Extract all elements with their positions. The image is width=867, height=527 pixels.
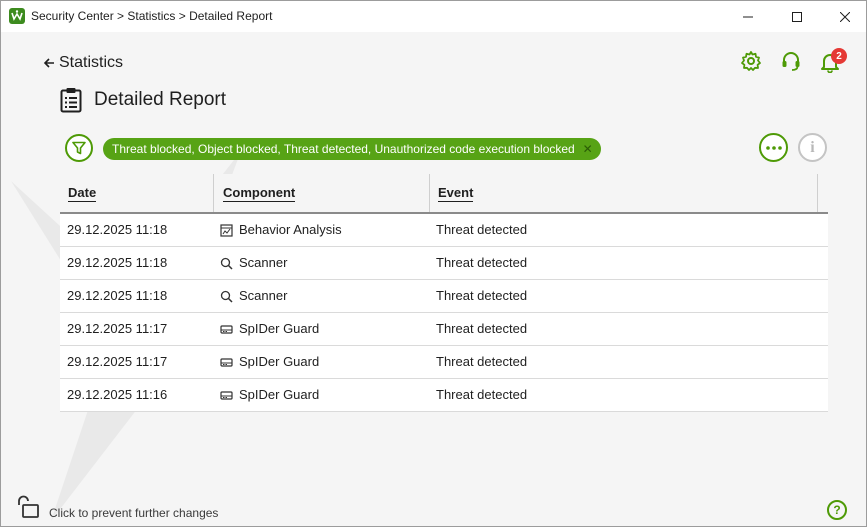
component-label: SpIDer Guard [239,387,320,402]
column-header-event[interactable]: Event [438,174,474,212]
cell-event: Threat detected [436,354,528,369]
close-icon [840,11,850,22]
maximize-button[interactable] [776,1,818,32]
close-icon[interactable]: ✕ [583,138,593,160]
table-row[interactable]: 29.12.2025 11:17 SpIDer Guard Threat det… [60,346,828,379]
page-title: Detailed Report [94,89,227,110]
help-icon: ? [833,503,841,517]
more-options-button[interactable] [759,133,788,162]
back-link[interactable]: Statistics [43,54,123,72]
component-label: SpIDer Guard [239,321,320,336]
behavior-analysis-icon [220,223,233,237]
table-row[interactable]: 29.12.2025 11:17 SpIDer Guard Threat det… [60,313,828,346]
column-divider[interactable] [213,174,214,212]
component-label: SpIDer Guard [239,354,320,369]
title-bar: Security Center > Statistics > Detailed … [1,1,866,32]
app-window: Security Center > Statistics > Detailed … [0,0,867,527]
cell-event: Threat detected [436,222,528,237]
info-button[interactable]: i [798,133,827,162]
component-label: Behavior Analysis [239,222,342,237]
more-dots-icon [765,145,782,150]
notification-badge: 2 [831,48,847,64]
cell-date: 29.12.2025 11:18 [67,255,168,270]
cell-date: 29.12.2025 11:18 [67,222,168,237]
cell-event: Threat detected [436,288,528,303]
cell-date: 29.12.2025 11:16 [67,387,168,402]
cell-event: Threat detected [436,387,528,402]
filter-chip[interactable]: Threat blocked, Object blocked, Threat d… [103,138,601,160]
drive-icon [220,324,233,334]
close-button[interactable] [824,1,866,32]
filter-chip-label: Threat blocked, Object blocked, Threat d… [112,142,575,156]
arrow-left-icon [43,58,54,68]
cell-component: Scanner [220,280,287,312]
cell-component: Scanner [220,247,287,279]
cell-date: 29.12.2025 11:17 [67,354,168,369]
minimize-icon [743,16,753,17]
info-icon: i [810,138,815,156]
settings-button[interactable] [738,48,764,74]
cell-component: SpIDer Guard [220,379,319,411]
drive-icon [220,390,233,400]
back-link-label: Statistics [59,54,124,71]
table-row[interactable]: 29.12.2025 11:18 Scanner Threat detected [60,280,828,313]
filter-button[interactable] [65,134,93,162]
cell-component: SpIDer Guard [220,346,319,378]
cell-component: Behavior Analysis [220,214,342,246]
table-row[interactable]: 29.12.2025 11:16 SpIDer Guard Threat det… [60,379,828,412]
report-table: Date Component Event 29.12.2025 11:18 Be… [60,174,828,412]
cell-component: SpIDer Guard [220,313,319,345]
help-button[interactable]: ? [827,500,847,520]
app-logo-icon [9,8,25,24]
lock-settings-link[interactable]: Click to prevent further changes [49,506,218,520]
column-header-component[interactable]: Component [223,174,296,212]
search-icon [220,290,233,303]
maximize-icon [792,11,802,22]
table-row[interactable]: 29.12.2025 11:18 Scanner Threat detected [60,247,828,280]
column-divider[interactable] [817,174,818,212]
headset-icon [782,52,800,71]
page-header: Detailed Report [60,87,226,113]
search-icon [220,257,233,270]
cell-date: 29.12.2025 11:18 [67,288,168,303]
support-button[interactable] [778,48,804,74]
table-row[interactable]: 29.12.2025 11:18 Behavior Analysis Threa… [60,214,828,247]
cell-event: Threat detected [436,255,528,270]
unlock-icon[interactable] [15,495,41,519]
window-title: Security Center > Statistics > Detailed … [31,9,273,23]
table-header: Date Component Event [60,174,828,214]
component-label: Scanner [239,288,288,303]
cell-event: Threat detected [436,321,528,336]
cell-date: 29.12.2025 11:17 [67,321,168,336]
funnel-icon [72,141,86,155]
gear-icon [741,51,761,71]
column-divider[interactable] [429,174,430,212]
drive-icon [220,357,233,367]
clipboard-report-icon [60,88,82,113]
component-label: Scanner [239,255,288,270]
minimize-button[interactable] [727,1,769,32]
column-header-date[interactable]: Date [68,174,97,212]
